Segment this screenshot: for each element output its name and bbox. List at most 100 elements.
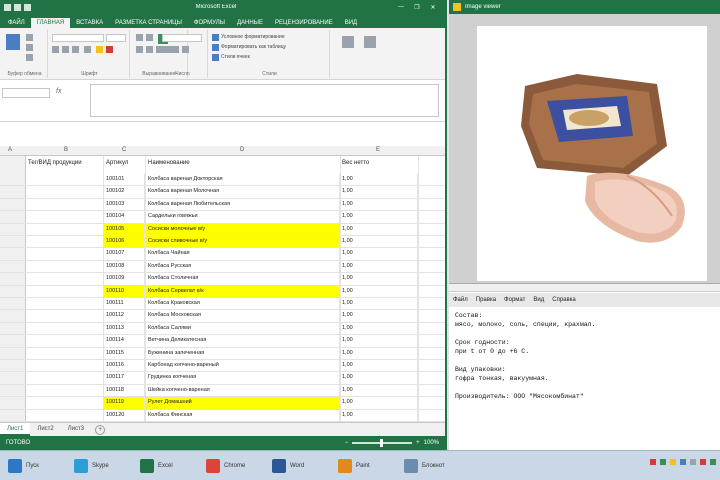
- cell-code[interactable]: 100120: [104, 409, 145, 421]
- cell-val[interactable]: 1,00: [340, 409, 418, 421]
- table-row[interactable]: 100102 Колбаса вареная Молочная 1,00: [0, 186, 445, 199]
- maximize-button[interactable]: ❐: [409, 4, 425, 11]
- cell-name[interactable]: Колбаса Русская: [146, 260, 340, 273]
- column-header-e[interactable]: E: [376, 147, 380, 153]
- table-row[interactable]: 100113 Колбаса Салями 1,00: [0, 322, 445, 336]
- formula-input[interactable]: [90, 84, 439, 117]
- cell-val[interactable]: 1,00: [340, 372, 418, 384]
- cell-val[interactable]: 1,00: [340, 298, 418, 310]
- cell-name[interactable]: Колбаса вареная Молочная: [146, 186, 340, 198]
- format-painter-icon[interactable]: [26, 54, 33, 61]
- cell-val[interactable]: 1,00: [340, 223, 418, 235]
- cell-code[interactable]: 100116: [104, 360, 145, 372]
- cell-name[interactable]: Колбаса Финская: [146, 409, 340, 421]
- cell-code[interactable]: 100114: [104, 335, 145, 347]
- font-color-icon[interactable]: [106, 46, 113, 53]
- table-row[interactable]: 100117 Грудинка копченая 1,00: [0, 372, 445, 385]
- zoom-slider[interactable]: [352, 439, 413, 447]
- cell-name[interactable]: Колбаса Столичная: [146, 273, 340, 285]
- bold-icon[interactable]: [52, 46, 59, 53]
- cell-code[interactable]: 100115: [104, 347, 145, 359]
- cell-name[interactable]: Колбаса вареная Любительская: [146, 198, 340, 211]
- cell-val[interactable]: 1,00: [340, 335, 418, 347]
- cell-code[interactable]: 100103: [104, 198, 145, 211]
- menu-item-4[interactable]: Справка: [552, 297, 576, 303]
- cell-val[interactable]: 1,00: [340, 322, 418, 335]
- cell-name[interactable]: Сардельки говяжьи: [146, 211, 340, 223]
- cell-code[interactable]: 100109: [104, 273, 145, 285]
- table-row[interactable]: 100106 Сосиски сливочные в/у 1,00: [0, 236, 445, 249]
- undo-icon[interactable]: [14, 3, 21, 11]
- cell-code[interactable]: 100117: [104, 372, 145, 384]
- taskbar-item-1[interactable]: Skype: [70, 454, 132, 478]
- table-row[interactable]: 100119 Рулет Домашний 1,00: [0, 397, 445, 410]
- table-row[interactable]: 100112 Колбаса Московская 1,00: [0, 310, 445, 323]
- tray-icon[interactable]: [660, 459, 666, 465]
- taskbar-item-6[interactable]: Блокнот: [400, 454, 462, 478]
- cell-name[interactable]: Грудинка копченая: [146, 372, 340, 384]
- cell-val[interactable]: 1,00: [340, 198, 418, 211]
- table-row[interactable]: 100104 Сардельки говяжьи 1,00: [0, 211, 445, 224]
- column-header-a[interactable]: A: [8, 147, 12, 153]
- cell-val[interactable]: 1,00: [340, 285, 418, 297]
- sheet-tab-3[interactable]: Лист3: [61, 423, 91, 436]
- cell-code[interactable]: 100107: [104, 248, 145, 260]
- align-left-icon[interactable]: [136, 46, 143, 53]
- cell-name[interactable]: Шейка копчено-вареная: [146, 384, 340, 397]
- image-canvas[interactable]: [449, 14, 720, 284]
- align-top-icon[interactable]: [136, 34, 143, 41]
- menu-item-1[interactable]: Правка: [476, 297, 496, 303]
- table-row[interactable]: 100116 Карбонад копчено-вареный 1,00: [0, 360, 445, 373]
- add-sheet-button[interactable]: +: [95, 424, 106, 435]
- cell-code[interactable]: 100111: [104, 298, 145, 310]
- taskbar-item-4[interactable]: Word: [268, 454, 330, 478]
- tray-icon[interactable]: [710, 459, 716, 465]
- insert-cells-icon[interactable]: [342, 36, 354, 48]
- cell-name[interactable]: Ветчина Деликатесная: [146, 335, 340, 347]
- column-header-c[interactable]: C: [122, 147, 126, 153]
- column-header-d[interactable]: D: [240, 147, 244, 153]
- tab-5[interactable]: ДАННЫЕ: [231, 18, 269, 28]
- cell-val[interactable]: 1,00: [340, 310, 418, 322]
- taskbar-item-3[interactable]: Chrome: [202, 454, 264, 478]
- table-row[interactable]: 100110 Колбаса Сервелат в/к 1,00: [0, 285, 445, 298]
- cell-val[interactable]: 1,00: [340, 260, 418, 273]
- percent-icon[interactable]: [172, 46, 179, 53]
- minimize-button[interactable]: —: [393, 4, 409, 11]
- cell-code[interactable]: 100108: [104, 260, 145, 273]
- cell-val[interactable]: 1,00: [340, 174, 418, 186]
- cell-val[interactable]: 1,00: [340, 384, 418, 397]
- fx-icon[interactable]: fx: [56, 88, 61, 95]
- cell-val[interactable]: 1,00: [340, 397, 418, 409]
- zoom-level[interactable]: 100%: [424, 440, 439, 446]
- conditional-format-icon[interactable]: [212, 34, 219, 41]
- header-cell-e[interactable]: Вес нетто: [342, 160, 369, 167]
- cell-val[interactable]: 1,00: [340, 360, 418, 372]
- thousands-icon[interactable]: [182, 46, 189, 53]
- table-row[interactable]: 100107 Колбаса Чайная 1,00: [0, 248, 445, 261]
- cell-name[interactable]: Колбаса Чайная: [146, 248, 340, 260]
- table-row[interactable]: 100105 Сосиски молочные в/у 1,00: [0, 223, 445, 236]
- table-row[interactable]: 100101 Колбаса вареная Докторская 1,00: [0, 174, 445, 187]
- table-row[interactable]: 100103 Колбаса вареная Любительская 1,00: [0, 198, 445, 212]
- tray-icon[interactable]: [700, 459, 706, 465]
- cell-name[interactable]: Сосиски сливочные в/у: [146, 236, 340, 248]
- cell-name[interactable]: Колбаса Салями: [146, 322, 340, 335]
- menu-item-3[interactable]: Вид: [533, 297, 544, 303]
- tab-4[interactable]: ФОРМУЛЫ: [188, 18, 231, 28]
- align-middle-icon[interactable]: [146, 34, 153, 41]
- italic-icon[interactable]: [62, 46, 69, 53]
- delete-cells-icon[interactable]: [364, 36, 376, 48]
- table-row[interactable]: 100115 Буженина запеченная 1,00: [0, 347, 445, 360]
- tray-icon[interactable]: [650, 459, 656, 465]
- header-cell-d[interactable]: Наименование: [148, 160, 190, 167]
- zoom-in-icon[interactable]: +: [416, 440, 420, 446]
- table-row[interactable]: 100118 Шейка копчено-вареная 1,00: [0, 384, 445, 398]
- cell-code[interactable]: 100102: [104, 186, 145, 198]
- cell-code[interactable]: 100101: [104, 174, 145, 186]
- currency-icon[interactable]: [162, 46, 169, 53]
- column-header-b[interactable]: B: [64, 147, 68, 153]
- save-icon[interactable]: [4, 3, 11, 11]
- cut-icon[interactable]: [26, 34, 33, 41]
- cell-val[interactable]: 1,00: [340, 211, 418, 223]
